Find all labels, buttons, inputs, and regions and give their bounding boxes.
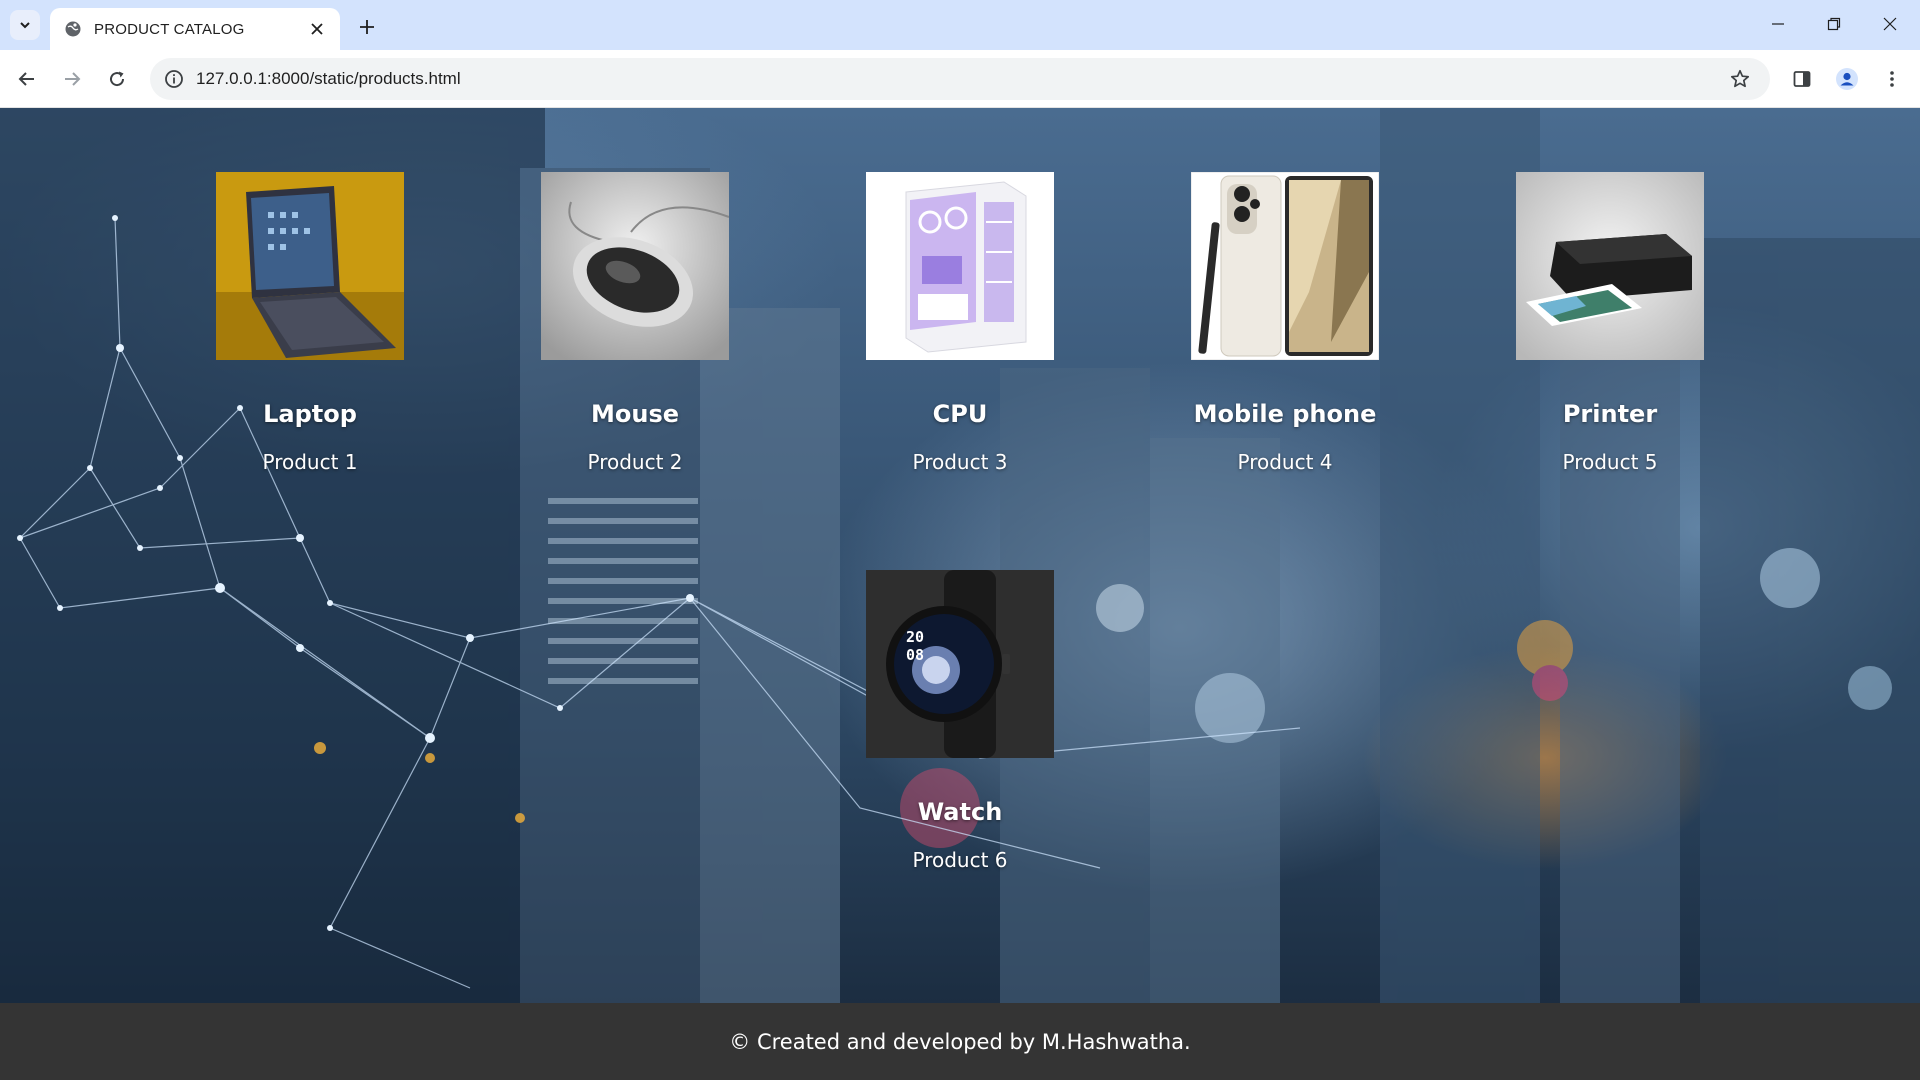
tab-search-button[interactable]	[10, 10, 40, 40]
svg-text:08: 08	[906, 646, 924, 664]
side-panel-icon	[1793, 71, 1811, 87]
product-name: Mobile phone	[1193, 400, 1377, 428]
product-label: Product 6	[912, 848, 1008, 872]
watch-image[interactable]: 20 08	[866, 570, 1054, 758]
product-name: Mouse	[590, 400, 680, 428]
product-label: Product 5	[1562, 450, 1658, 474]
plus-icon	[360, 20, 374, 34]
restore-icon	[1827, 17, 1841, 31]
close-icon[interactable]	[306, 18, 328, 40]
chevron-down-icon	[20, 22, 30, 29]
mouse-image[interactable]	[541, 172, 729, 360]
footer-credit: © Created and developed by M.Hashwatha.	[729, 1029, 1191, 1054]
product-name: Watch	[917, 798, 1003, 826]
product-card[interactable]: CPU Product 3	[810, 172, 1110, 474]
new-tab-button[interactable]	[352, 12, 382, 42]
product-label: Product 4	[1237, 450, 1333, 474]
browser-tab-strip: PRODUCT CATALOG	[0, 0, 1920, 50]
side-panel-button[interactable]	[1786, 63, 1818, 95]
product-card[interactable]: Mouse Product 2	[485, 172, 785, 474]
back-button[interactable]	[11, 63, 43, 95]
info-icon[interactable]	[164, 69, 184, 89]
kebab-menu-icon	[1890, 71, 1894, 87]
close-window-button[interactable]	[1862, 0, 1918, 48]
arrow-right-icon	[65, 72, 81, 86]
product-card[interactable]: 20 08 Watch Product 6	[810, 570, 1110, 872]
close-window-icon	[1883, 17, 1897, 31]
product-label: Product 2	[587, 450, 683, 474]
globe-icon	[65, 21, 81, 37]
reload-icon	[110, 71, 125, 87]
minimize-icon	[1772, 23, 1784, 25]
url-text[interactable]: 127.0.0.1:8000/static/products.html	[196, 69, 1728, 89]
profile-button[interactable]	[1831, 63, 1863, 95]
product-grid: Laptop Product 1 Mouse Product 2 CPU Pro…	[0, 108, 1920, 1003]
product-card[interactable]: Laptop Product 1	[160, 172, 460, 474]
address-bar[interactable]: 127.0.0.1:8000/static/products.html	[150, 58, 1770, 100]
forward-button[interactable]	[56, 63, 88, 95]
browser-tab[interactable]: PRODUCT CATALOG	[50, 8, 340, 50]
tab-title: PRODUCT CATALOG	[94, 20, 245, 38]
browser-menu-button[interactable]	[1876, 63, 1908, 95]
product-card[interactable]: Mobile phone Product 4	[1135, 172, 1435, 474]
cpu-case-image[interactable]	[866, 172, 1054, 360]
restore-button[interactable]	[1806, 0, 1862, 48]
browser-toolbar: 127.0.0.1:8000/static/products.html	[0, 50, 1920, 108]
product-label: Product 3	[912, 450, 1008, 474]
reload-button[interactable]	[101, 63, 133, 95]
mobile-phone-image[interactable]	[1191, 172, 1379, 360]
minimize-button[interactable]	[1750, 0, 1806, 48]
product-name: CPU	[932, 400, 988, 428]
profile-icon	[1836, 68, 1858, 90]
printer-image[interactable]	[1516, 172, 1704, 360]
page-viewport: Laptop Product 1 Mouse Product 2 CPU Pro…	[0, 108, 1920, 1080]
page-footer: © Created and developed by M.Hashwatha.	[0, 1003, 1920, 1080]
product-card[interactable]: Printer Product 5	[1460, 172, 1760, 474]
arrow-left-icon	[18, 72, 34, 86]
product-name: Laptop	[263, 400, 357, 428]
svg-text:20: 20	[906, 628, 924, 646]
star-icon[interactable]	[1728, 67, 1752, 91]
product-name: Printer	[1562, 400, 1658, 428]
laptop-image[interactable]	[216, 172, 404, 360]
product-label: Product 1	[262, 450, 358, 474]
